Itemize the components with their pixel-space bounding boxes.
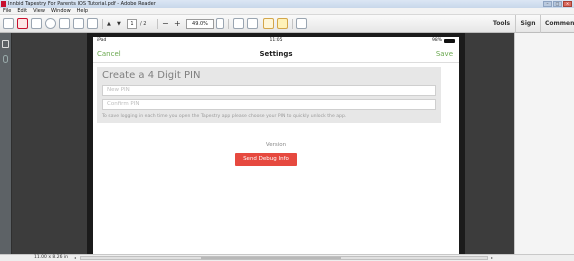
zoom-in-icon[interactable]: + xyxy=(174,19,181,29)
highlight-icon[interactable] xyxy=(277,18,288,29)
sticky-note-icon[interactable] xyxy=(263,18,274,29)
sign-pen-icon[interactable] xyxy=(296,18,307,29)
zoom-level-field[interactable]: 49.0% xyxy=(186,19,214,29)
window-controls: – □ × xyxy=(543,1,572,7)
toolbar-divider xyxy=(157,19,158,29)
tools-pane xyxy=(514,33,574,254)
window-title: Innbid Tapestry For Parents IOS Tutorial… xyxy=(8,1,156,7)
adobe-reader-app-icon xyxy=(1,1,6,7)
print-icon[interactable] xyxy=(59,18,70,29)
menu-file[interactable]: File xyxy=(3,8,11,14)
zoom-dropdown-icon[interactable] xyxy=(216,18,224,29)
page-thumbnails-icon[interactable] xyxy=(2,40,9,48)
save-button[interactable]: Save xyxy=(436,50,453,58)
ipad-screenshot: iPad 11:05 98% Cancel Settings Save Crea… xyxy=(93,37,459,254)
maximize-button[interactable]: □ xyxy=(553,1,562,7)
version-label: Version xyxy=(265,142,287,148)
fit-page-icon[interactable] xyxy=(233,18,244,29)
comment-icon[interactable] xyxy=(87,18,98,29)
email-icon[interactable] xyxy=(73,18,84,29)
toolbar-divider xyxy=(228,19,229,29)
minimize-button[interactable]: – xyxy=(543,1,552,7)
menu-window[interactable]: Window xyxy=(51,8,71,14)
settings-title: Settings xyxy=(259,50,293,58)
pin-heading: Create a 4 Digit PIN xyxy=(102,70,201,81)
title-bar: Innbid Tapestry For Parents IOS Tutorial… xyxy=(0,0,574,8)
navigation-pane xyxy=(0,33,12,254)
pin-panel: Create a 4 Digit PIN New PIN Confirm PIN… xyxy=(97,67,441,123)
next-page-icon[interactable]: ▼ xyxy=(117,19,121,29)
scroll-left-icon[interactable]: ◂ xyxy=(74,255,76,261)
sign-tab[interactable]: Sign xyxy=(515,15,540,33)
toolbar-divider xyxy=(292,19,293,29)
scroll-right-icon[interactable]: ▸ xyxy=(491,255,493,261)
battery-icon xyxy=(444,39,455,43)
create-pdf-icon[interactable] xyxy=(17,18,28,29)
comment-tab[interactable]: Comment xyxy=(540,15,574,33)
toolbar: ▲ ▼ 1 / 2 − + 49.0% Tools Sign Comment xyxy=(0,15,574,33)
ios-nav-bar: Cancel Settings Save xyxy=(93,45,459,63)
page-size: 11.00 x 8.26 in xyxy=(34,255,68,260)
menu-help[interactable]: Help xyxy=(77,8,88,14)
scrollbar-thumb[interactable] xyxy=(201,257,341,259)
menu-edit[interactable]: Edit xyxy=(17,8,27,14)
ios-status-bar: iPad 11:05 98% xyxy=(93,37,459,45)
toolbar-divider xyxy=(102,19,103,29)
close-button[interactable]: × xyxy=(563,1,572,7)
send-debug-info-button[interactable]: Send Debug Info xyxy=(235,153,297,166)
battery-indicator: 98% xyxy=(432,37,455,45)
share-icon[interactable] xyxy=(45,18,56,29)
confirm-pin-field[interactable]: Confirm PIN xyxy=(102,99,436,110)
battery-percent: 98% xyxy=(431,38,442,43)
previous-page-icon[interactable]: ▲ xyxy=(107,19,111,29)
pdf-page: iPad 11:05 98% Cancel Settings Save Crea… xyxy=(87,33,465,254)
new-pin-field[interactable]: New PIN xyxy=(102,85,436,96)
zoom-out-icon[interactable]: − xyxy=(162,19,169,29)
page-total: / 2 xyxy=(140,21,147,27)
pin-help-text: To save logging in each time you open th… xyxy=(102,114,347,119)
horizontal-scrollbar[interactable] xyxy=(80,256,488,260)
menu-bar: File Edit View Window Help xyxy=(0,8,574,15)
page-number-input[interactable]: 1 xyxy=(127,19,137,29)
edit-icon[interactable] xyxy=(31,18,42,29)
status-time: 11:05 xyxy=(269,38,283,43)
document-area[interactable]: iPad 11:05 98% Cancel Settings Save Crea… xyxy=(12,33,514,254)
tools-tab[interactable]: Tools xyxy=(488,15,515,33)
attachments-icon[interactable] xyxy=(3,55,8,63)
status-bar: 11.00 x 8.26 in ◂ ▸ xyxy=(0,254,574,261)
open-file-icon[interactable] xyxy=(3,18,14,29)
fit-width-icon[interactable] xyxy=(247,18,258,29)
menu-view[interactable]: View xyxy=(33,8,45,14)
